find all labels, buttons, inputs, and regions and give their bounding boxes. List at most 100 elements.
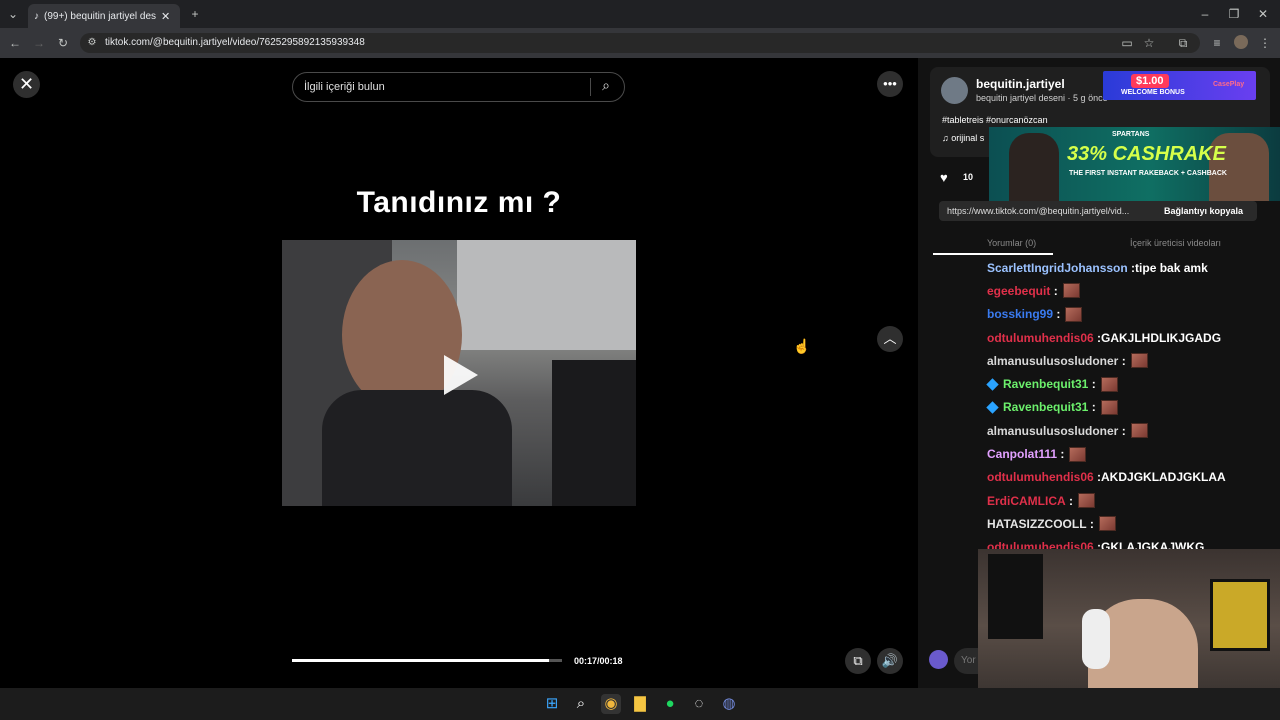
file-explorer-icon[interactable]: ▇ (630, 694, 650, 714)
chat-message: odtulumuhendis06 : GAKJLHDLIKJGADG (982, 326, 1280, 349)
chat-username: HATASIZZCOOLL (987, 516, 1087, 531)
chat-username: Ravenbequit31 (1003, 400, 1089, 415)
chat-separator: : (1057, 447, 1065, 462)
close-video-button[interactable]: ✕ (13, 71, 40, 98)
chat-emote-icon (1065, 306, 1083, 322)
chat-emote-icon (1062, 283, 1080, 299)
windows-start-icon[interactable]: ⊞ (542, 694, 562, 714)
ad-banner-spartans[interactable]: SPARTANS 33% CASHRAKE THE FIRST INSTANT … (989, 127, 1280, 201)
chat-username: bossking99 (987, 307, 1054, 322)
chat-message: ErdiCAMLICA : (982, 489, 1280, 512)
chat-username: ScarlettIngridJohansson (987, 260, 1128, 275)
back-icon[interactable]: ← (8, 37, 22, 49)
bookmark-star-icon[interactable]: ☆ (1142, 37, 1156, 49)
stream-chat-overlay: ScarlettIngridJohansson : tipe bak amk eg… (982, 256, 1280, 552)
chat-message: almanusulusosludoner : (982, 349, 1280, 372)
ad1-brand: CasePlay (1213, 81, 1245, 88)
chat-separator: : (1127, 260, 1136, 275)
chat-separator: : (1093, 330, 1102, 345)
minimize-icon[interactable]: – (1198, 8, 1212, 20)
forward-icon[interactable]: → (32, 37, 46, 49)
music-label: orijinal s (951, 133, 985, 143)
chat-separator: : (1086, 516, 1094, 531)
spotify-icon[interactable]: ● (660, 694, 680, 714)
chat-message: HATASIZZCOOLL : (982, 512, 1280, 535)
floating-player-button[interactable]: ⧉ (845, 648, 871, 674)
restore-icon[interactable]: ❐ (1227, 8, 1241, 20)
tiktok-favicon-icon: ♪ (34, 10, 39, 22)
reload-icon[interactable]: ↻ (56, 37, 70, 49)
progress-fill (292, 659, 549, 662)
previous-video-button[interactable]: ︿ (877, 326, 903, 352)
creator-username[interactable]: bequitin.jartiyel (976, 77, 1065, 91)
music-row[interactable]: ♫ orijinal s (942, 133, 984, 143)
extensions-icon[interactable]: ⧉ (1176, 37, 1190, 49)
tab-comments[interactable]: Yorumlar (0) (987, 238, 1036, 248)
creator-avatar[interactable] (941, 77, 968, 104)
chat-message: Ravenbequit31 : (982, 396, 1280, 419)
chat-message: Canpolat111 : (982, 442, 1280, 465)
chat-badge-icon (986, 401, 999, 414)
search-divider (590, 78, 591, 96)
menu-icon[interactable]: ⋮ (1258, 37, 1272, 49)
cast-icon[interactable]: ▭ (1120, 37, 1134, 49)
app-icon[interactable]: ◌ (689, 694, 709, 714)
chat-text: AKDJGKLADJGKLAA (1101, 470, 1226, 485)
chat-separator: : (1093, 470, 1102, 485)
close-tab-icon[interactable]: ✕ (161, 10, 170, 23)
parked-van (457, 240, 636, 350)
chat-username: odtulumuhendis06 (987, 470, 1094, 485)
volume-button[interactable]: 🔊 (877, 648, 903, 674)
taskbar-search-icon[interactable]: ⌕ (571, 694, 591, 714)
ad2-headline: 33% CASHRAKE (1067, 143, 1226, 165)
chat-username: Canpolat111 (987, 447, 1058, 462)
tab-list-icon[interactable]: ⌄ (6, 8, 20, 20)
music-note-icon: ♫ (942, 133, 952, 143)
ad2-sub: THE FIRST INSTANT RAKEBACK + CASHBACK (1069, 170, 1227, 177)
ad1-amount: $1.00 (1131, 74, 1169, 88)
search-icon[interactable]: ⌕ (598, 78, 614, 92)
chat-separator: : (1088, 400, 1096, 415)
chat-emote-icon (1100, 376, 1118, 392)
new-tab-icon[interactable]: + (188, 8, 202, 20)
chat-separator: : (1118, 423, 1126, 438)
play-icon[interactable] (444, 355, 478, 395)
chrome-icon[interactable]: ◉ (601, 694, 621, 714)
chat-badge-icon (986, 377, 999, 391)
close-window-icon[interactable]: ✕ (1256, 8, 1270, 20)
hashtags[interactable]: #tabletreis #onurcanözcan (942, 115, 1048, 125)
chat-username: ErdiCAMLICA (987, 493, 1066, 508)
tab-title: (99+) bequitin jartiyel deseni ( (44, 10, 156, 22)
headphones (1082, 609, 1110, 669)
discord-icon[interactable]: ◍ (719, 694, 739, 714)
copy-link-button[interactable]: Bağlantıyı kopyala (1156, 201, 1251, 221)
mouse-cursor-icon: ☝ (793, 338, 811, 354)
chat-emote-icon (1130, 353, 1148, 369)
chat-separator: : (1088, 377, 1096, 392)
more-options-button[interactable]: ••• (877, 71, 903, 97)
person-jacket (322, 390, 512, 506)
chat-emote-icon (1100, 399, 1118, 415)
media-control-icon[interactable]: ≡ (1210, 37, 1224, 49)
url-field[interactable]: tiktok.com/@bequitin.jartiyel/video/7625… (80, 33, 1200, 53)
chat-separator: : (1053, 307, 1061, 322)
chat-text: tipe bak amk (1135, 260, 1208, 275)
ad1-text: WELCOME BONUS (1121, 89, 1185, 96)
chat-username: almanusulusosludoner (987, 423, 1119, 438)
commenter-avatar (929, 650, 948, 669)
wall-poster (988, 554, 1043, 639)
comment-tabs: Yorumlar (0) İçerik üreticisi videoları (933, 235, 1273, 255)
chat-message: odtulumuhendis06 : AKDJGKLADJGKLAA (982, 466, 1280, 489)
ad-banner-caseplay[interactable]: $1.00 WELCOME BONUS CasePlay (1103, 71, 1256, 100)
chat-text: GAKJLHDLIKJGADG (1101, 330, 1222, 345)
chat-message: bossking99 : (982, 303, 1280, 326)
site-info-icon[interactable]: ⚙ (86, 37, 98, 49)
tab-creator-videos[interactable]: İçerik üreticisi videoları (1130, 238, 1221, 248)
video-caption: Tanıdınız mı ? (356, 186, 562, 219)
chat-message: Ravenbequit31 : (982, 372, 1280, 395)
browser-tab[interactable]: ♪ (99+) bequitin jartiyel deseni ( ✕ (28, 4, 180, 28)
like-heart-icon[interactable]: ♥ (940, 170, 948, 185)
related-search-input[interactable]: İlgili içeriği bulun (292, 72, 625, 102)
ad2-left-fighter (1009, 133, 1059, 201)
profile-avatar[interactable] (1234, 35, 1248, 49)
